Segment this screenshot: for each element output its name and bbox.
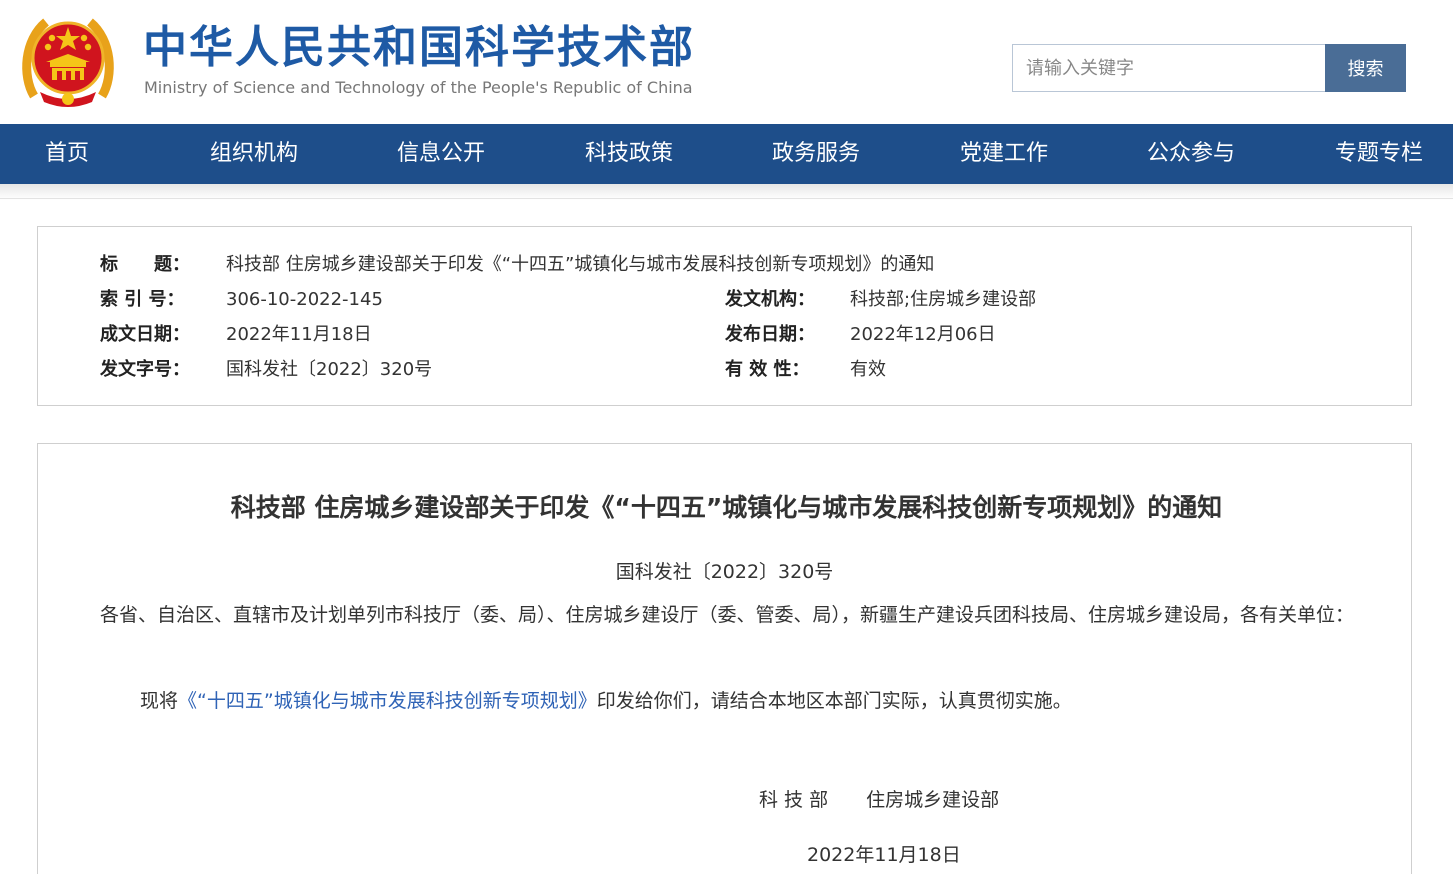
- document-body: 现将《“十四五”城镇化与城市发展科技创新专项规划》印发给你们，请结合本地区本部门…: [140, 687, 1355, 715]
- divider: [0, 198, 1453, 199]
- plan-document-link[interactable]: 《“十四五”城镇化与城市发展科技创新专项规划》: [178, 690, 597, 712]
- meta-date-published-label: 发布日期：: [725, 324, 815, 345]
- meta-title-label: 标 题：: [100, 254, 190, 275]
- meta-index-label: 索 引 号：: [100, 289, 185, 310]
- document-metadata: 标 题： 科技部 住房城乡建设部关于印发《“十四五”城镇化与城市发展科技创新专项…: [37, 226, 1412, 406]
- search-input[interactable]: [1013, 45, 1325, 91]
- site-header: 中华人民共和国科学技术部 Ministry of Science and Tec…: [0, 0, 1453, 124]
- nav-item-public-participation[interactable]: 公众参与: [1147, 124, 1235, 184]
- document-signers: 科 技 部 住房城乡建设部: [759, 786, 999, 814]
- body-suffix: 印发给你们，请结合本地区本部门实际，认真贯彻实施。: [596, 690, 1072, 712]
- nav-item-services[interactable]: 政务服务: [772, 124, 860, 184]
- search-box: 搜索: [1012, 44, 1406, 92]
- signer-most: 科 技 部: [759, 789, 829, 811]
- meta-validity-label: 有 效 性：: [725, 359, 810, 380]
- meta-issuer-value: 科技部;住房城乡建设部: [850, 289, 1037, 310]
- nav-item-information-disclosure[interactable]: 信息公开: [397, 124, 485, 184]
- site-subtitle: Ministry of Science and Technology of th…: [144, 78, 693, 97]
- meta-validity-value: 有效: [850, 359, 886, 380]
- meta-title-value: 科技部 住房城乡建设部关于印发《“十四五”城镇化与城市发展科技创新专项规划》的通…: [226, 254, 935, 275]
- nav-item-party-building[interactable]: 党建工作: [960, 124, 1048, 184]
- nav-item-organization[interactable]: 组织机构: [210, 124, 298, 184]
- meta-doc-number-label: 发文字号：: [100, 359, 190, 380]
- meta-date-written-label: 成文日期：: [100, 324, 190, 345]
- signer-mohurd: 住房城乡建设部: [866, 789, 1000, 811]
- body-prefix: 现将: [140, 690, 179, 712]
- national-emblem-icon[interactable]: [20, 10, 116, 110]
- nav-item-home[interactable]: 首页: [45, 124, 89, 184]
- nav-item-policy[interactable]: 科技政策: [585, 124, 673, 184]
- meta-issuer-label: 发文机构：: [725, 289, 815, 310]
- search-button[interactable]: 搜索: [1325, 44, 1406, 92]
- meta-index-value: 306-10-2022-145: [226, 289, 383, 310]
- site-title[interactable]: 中华人民共和国科学技术部: [143, 22, 695, 74]
- document-number: 国科发社〔2022〕320号: [615, 561, 834, 583]
- meta-doc-number-value: 国科发社〔2022〕320号: [226, 359, 433, 380]
- nav-item-special-topics[interactable]: 专题专栏: [1335, 124, 1423, 184]
- meta-date-published-value: 2022年12月06日: [850, 324, 996, 345]
- document-date: 2022年11月18日: [807, 844, 961, 866]
- main-nav: 首页 组织机构 信息公开 科技政策 政务服务 党建工作 公众参与 专题专栏: [0, 124, 1453, 184]
- document-recipients: 各省、自治区、直辖市及计划单列市科技厅（委、局）、住房城乡建设厅（委、管委、局）…: [100, 604, 1355, 626]
- document-title: 科技部 住房城乡建设部关于印发《“十四五”城镇化与城市发展科技创新专项规划》的通…: [230, 493, 1223, 522]
- meta-date-written-value: 2022年11月18日: [226, 324, 372, 345]
